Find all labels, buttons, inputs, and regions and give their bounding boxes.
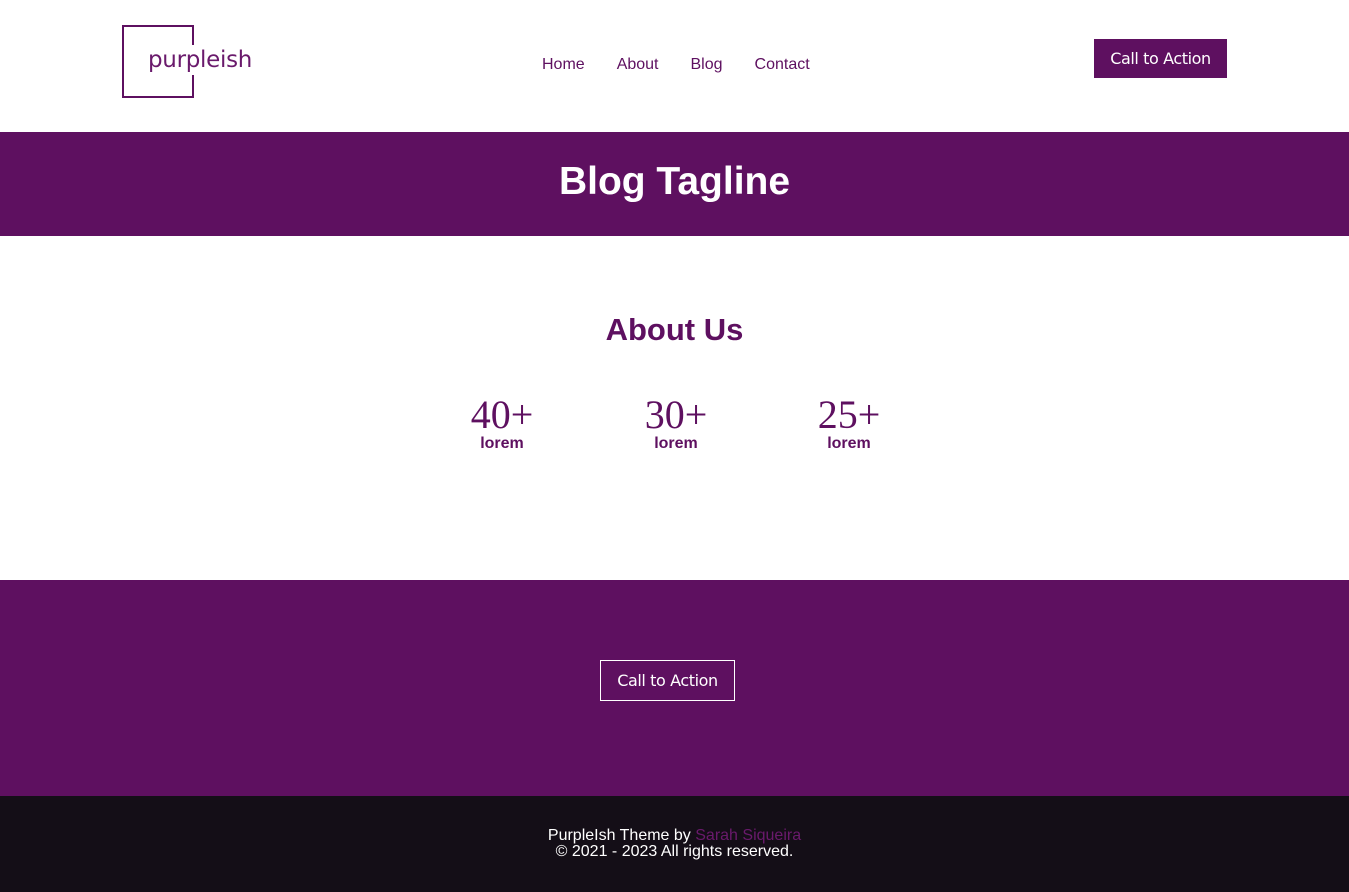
- footer-credit: PurpleIsh Theme by Sarah Siqueira: [0, 827, 1349, 844]
- nav-item-home[interactable]: Home: [526, 55, 601, 75]
- logo[interactable]: purpleish: [122, 25, 255, 99]
- stat-value: 40+: [470, 392, 534, 437]
- footer-copyright: © 2021 - 2023 All rights reserved.: [555, 843, 794, 860]
- section-cta-button[interactable]: Call to Action: [600, 660, 735, 701]
- stat-item: 25+ lorem: [799, 393, 899, 453]
- about-heading: About Us: [605, 312, 744, 347]
- footer-author-link[interactable]: Sarah Siqueira: [695, 827, 801, 844]
- header-cta-button[interactable]: Call to Action: [1094, 39, 1227, 78]
- stat-item: 40+ lorem: [452, 393, 552, 453]
- stat-value: 25+: [817, 392, 881, 437]
- page-title: Blog Tagline: [558, 160, 791, 203]
- main-nav: Home About Blog Contact: [526, 55, 826, 75]
- footer-theme-text: PurpleIsh Theme by: [547, 827, 691, 844]
- nav-item-blog[interactable]: Blog: [675, 55, 739, 75]
- hero-banner: Blog Tagline: [0, 132, 1349, 236]
- logo-text: purpleish: [146, 45, 255, 75]
- site-header: purpleish Home About Blog Contact Call t…: [0, 0, 1349, 132]
- stat-label: lorem: [654, 435, 698, 452]
- about-section: About Us 40+ lorem 30+ lorem 25+ lorem: [0, 236, 1349, 580]
- stat-item: 30+ lorem: [626, 393, 726, 453]
- stat-label: lorem: [480, 435, 524, 452]
- site-footer: PurpleIsh Theme by Sarah Siqueira © 2021…: [0, 796, 1349, 892]
- cta-section: Call to Action: [0, 580, 1349, 796]
- stat-label: lorem: [827, 435, 871, 452]
- nav-item-about[interactable]: About: [601, 55, 675, 75]
- stat-value: 30+: [644, 392, 708, 437]
- nav-item-contact[interactable]: Contact: [739, 55, 826, 75]
